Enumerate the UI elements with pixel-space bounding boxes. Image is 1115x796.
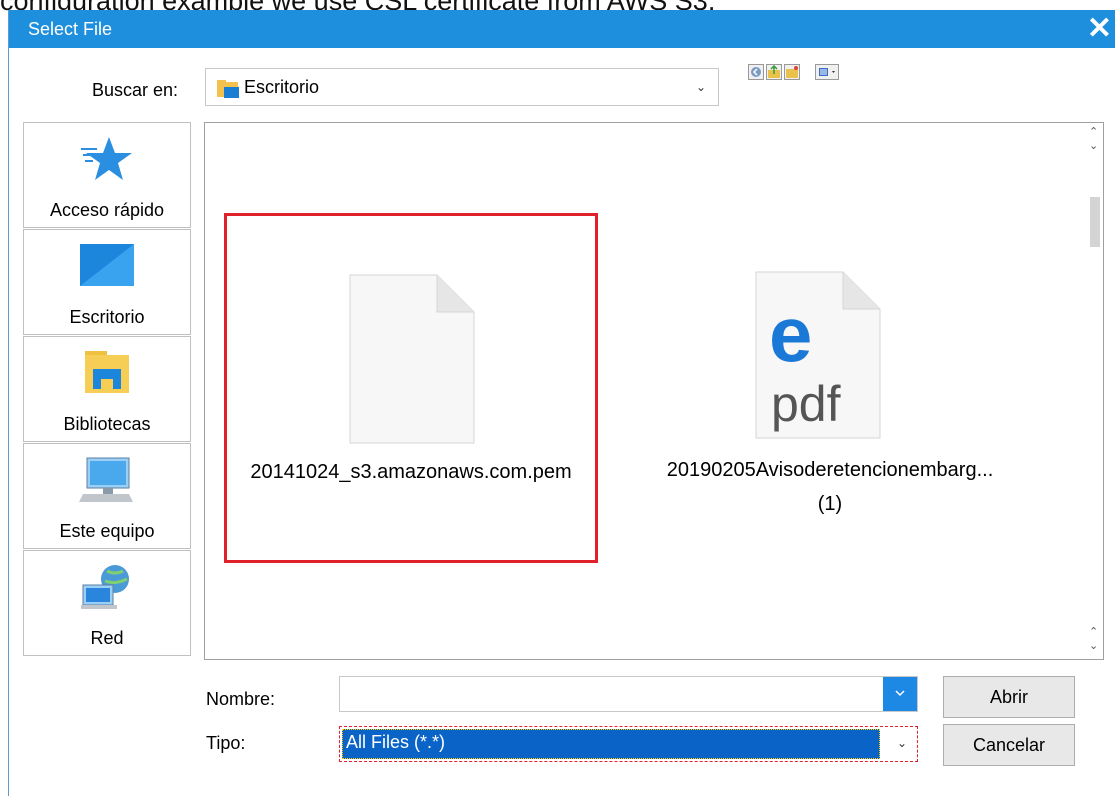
filename-label: Nombre:	[206, 689, 276, 709]
place-network[interactable]: Red	[23, 550, 191, 656]
chevron-down-icon: ⌄	[695, 80, 706, 94]
filetype-value: All Files (*.*)	[346, 732, 446, 752]
blank-file-icon	[349, 274, 475, 449]
open-button[interactable]: Abrir	[943, 676, 1075, 718]
place-quick-access[interactable]: Acceso rápido	[23, 122, 191, 228]
desktop-icon	[79, 242, 135, 290]
new-folder-icon[interactable]	[784, 64, 800, 80]
filetype-label: Tipo:	[206, 733, 246, 753]
place-label: Bibliotecas	[63, 414, 151, 434]
file-name-line2: (1)	[817, 493, 843, 515]
computer-icon	[79, 456, 135, 504]
place-label: Este equipo	[59, 521, 155, 541]
vertical-scrollbar[interactable]: ⌃ ⌄ ⌃ ⌄	[1086, 123, 1103, 659]
lookin-value: Escritorio	[244, 77, 320, 97]
place-this-pc[interactable]: Este equipo	[23, 443, 191, 549]
filetype-combo[interactable]: All Files (*.*) ⌄	[339, 726, 918, 762]
place-label: Acceso rápido	[49, 200, 165, 220]
filename-dropdown-button[interactable]	[883, 677, 917, 711]
back-icon[interactable]	[748, 64, 764, 80]
file-name: 20141024_s3.amazonaws.com.pem	[250, 461, 572, 483]
place-label: Escritorio	[69, 307, 145, 327]
file-name: 20190205Avisoderetencionembarg...	[666, 459, 994, 481]
dialog-title: Select File	[28, 19, 113, 39]
file-item-pdf[interactable]: e pdf 20190205Avisoderetencionembarg... …	[615, 271, 1025, 531]
pdf-label: pdf	[771, 376, 841, 432]
library-icon	[79, 349, 135, 397]
folder-icon	[216, 77, 240, 104]
network-icon	[79, 563, 135, 611]
scroll-down-icon[interactable]: ⌄	[1089, 139, 1098, 152]
filename-input[interactable]	[344, 681, 878, 707]
cancel-button[interactable]: Cancelar	[943, 724, 1075, 766]
file-item-pem[interactable]: 20141024_s3.amazonaws.com.pem	[224, 213, 598, 563]
chevron-down-icon[interactable]: ⌄	[897, 736, 907, 750]
scroll-down-icon[interactable]: ⌄	[1089, 639, 1098, 652]
scroll-up-icon[interactable]: ⌃	[1089, 625, 1098, 638]
file-list[interactable]: 20141024_s3.amazonaws.com.pem e pdf 2019…	[204, 122, 1104, 660]
lookin-label: Buscar en:	[92, 80, 179, 100]
edge-pdf-icon: e pdf	[755, 271, 881, 444]
place-libraries[interactable]: Bibliotecas	[23, 336, 191, 442]
svg-text:e: e	[769, 290, 812, 378]
view-menu-icon[interactable]	[815, 64, 839, 80]
scroll-up-icon[interactable]: ⌃	[1089, 125, 1098, 138]
scroll-thumb[interactable]	[1090, 197, 1100, 247]
title-bar: Select File ✕	[9, 10, 1115, 48]
place-desktop[interactable]: Escritorio	[23, 229, 191, 335]
filename-combo[interactable]	[339, 676, 918, 712]
select-file-dialog: Select File ✕ Buscar en: Escritorio ⌄ Ac…	[8, 10, 1115, 796]
close-button[interactable]: ✕	[1087, 12, 1112, 46]
lookin-combo[interactable]: Escritorio ⌄	[205, 68, 719, 106]
star-icon	[79, 135, 135, 183]
up-folder-icon[interactable]	[766, 64, 782, 80]
place-label: Red	[90, 628, 124, 648]
